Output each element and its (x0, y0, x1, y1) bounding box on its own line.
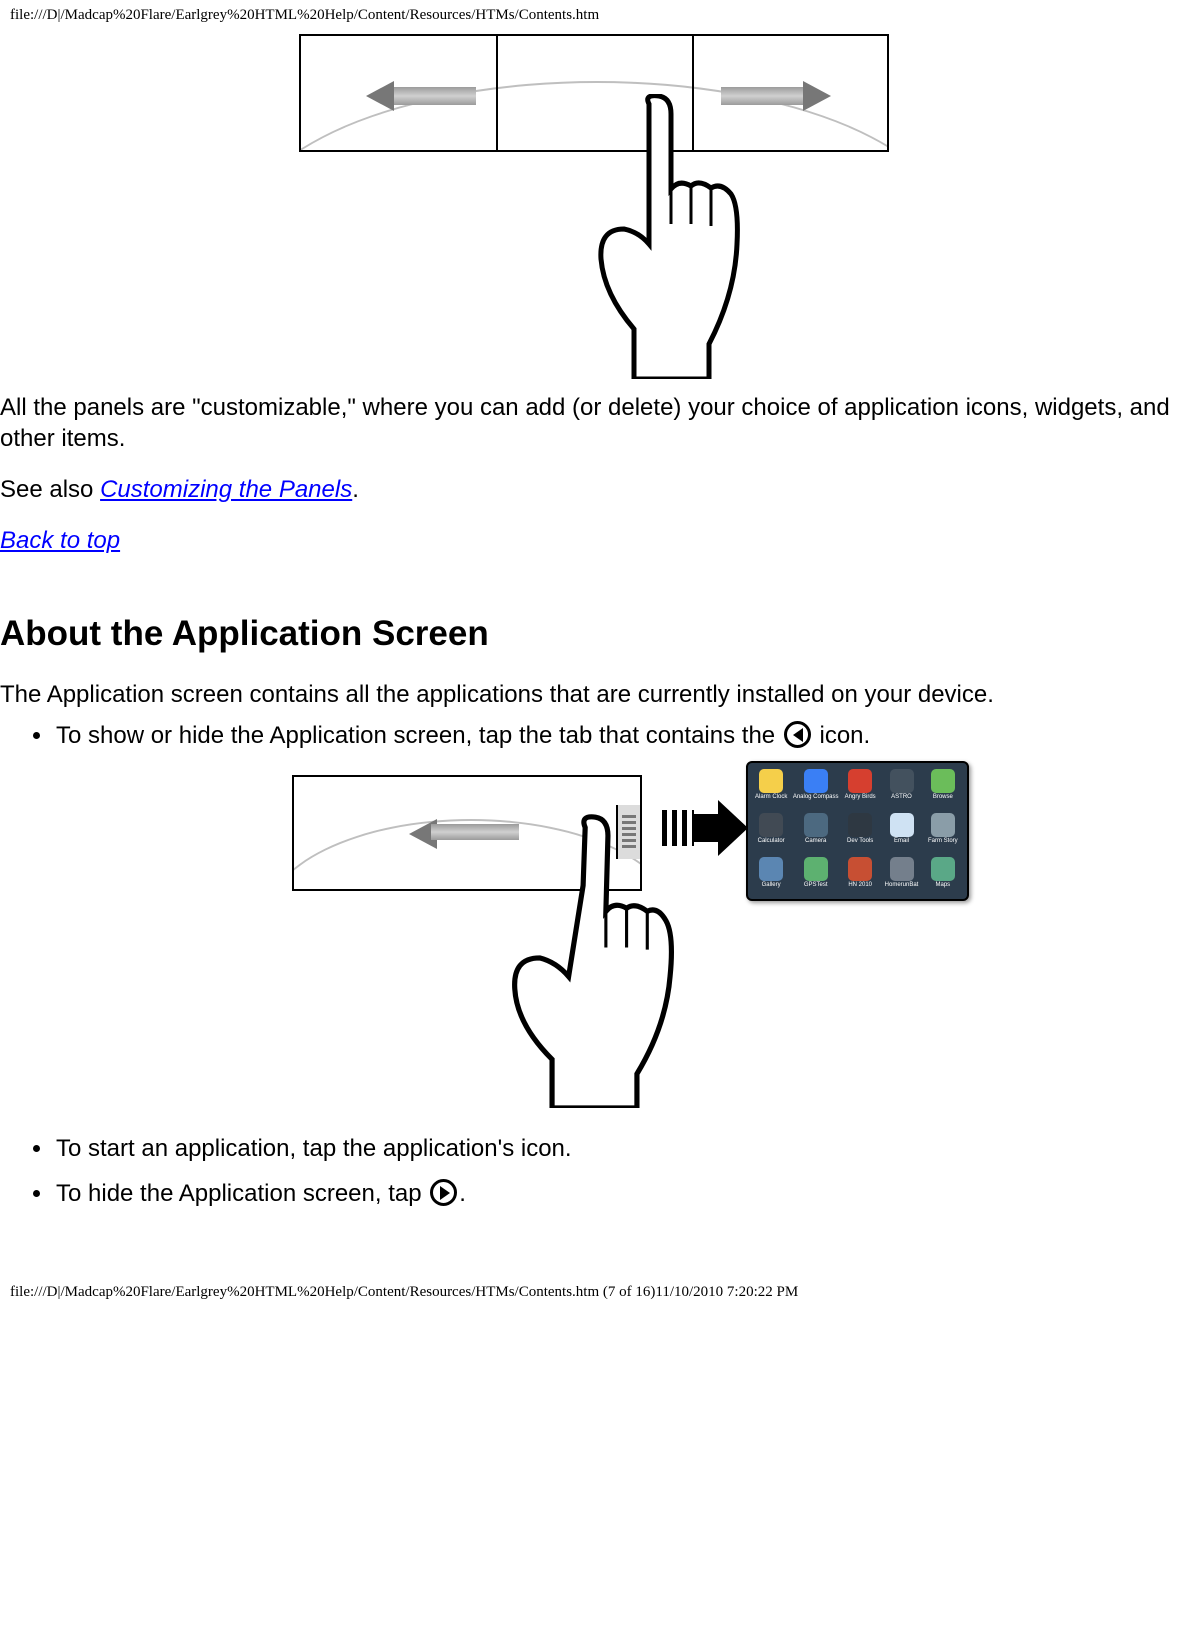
app-icon-cell: Alarm Clock (752, 769, 791, 811)
app-icon-cell: Camera (793, 813, 839, 855)
see-also: See also Customizing the Panels. (0, 474, 1187, 505)
arrow-left-icon (366, 81, 476, 111)
app-icon (890, 813, 914, 837)
bullet3-text-a: To hide the Application screen, tap (56, 1180, 428, 1207)
app-icon (890, 769, 914, 793)
app-label: Farm Story (928, 838, 958, 844)
app-icon (759, 769, 783, 793)
app-icon (848, 857, 872, 881)
app-icon-cell: HomerunBat (882, 857, 921, 899)
back-to-top-wrap: Back to top (0, 525, 1187, 556)
app-icon-cell: GPSTest (793, 857, 839, 899)
app-icon-cell: Gallery (752, 857, 791, 899)
app-icon (804, 857, 828, 881)
list-item: To show or hide the Application screen, … (54, 720, 1187, 1118)
app-icon-cell: Angry Birds (841, 769, 880, 811)
app-icon-cell: Dev Tools (841, 813, 880, 855)
see-also-prefix: See also (0, 476, 100, 503)
swipe-figure (0, 34, 1187, 372)
app-label: Browse (933, 794, 953, 800)
app-label: Angry Birds (845, 794, 876, 800)
hand-icon (589, 94, 799, 379)
list-item: To start an application, tap the applica… (54, 1133, 1187, 1164)
app-icon-cell: Analog Compass (793, 769, 839, 811)
list-item: To hide the Application screen, tap . (54, 1178, 1187, 1209)
app-icon (804, 813, 828, 837)
page-content: All the panels are "customizable," where… (0, 34, 1187, 1209)
app-icon-cell: Calculator (752, 813, 791, 855)
app-label: Camera (805, 838, 826, 844)
app-icon (759, 813, 783, 837)
app-label: Gallery (762, 882, 781, 888)
app-grid-illustration: Alarm Clock Analog Compass Angry Birds ASTR… (746, 761, 969, 901)
app-icon-cell: Maps (923, 857, 962, 899)
section-heading: About the Application Screen (0, 611, 1187, 657)
instructions-list: To show or hide the Application screen, … (0, 720, 1187, 1209)
app-icon-cell: Browse (923, 769, 962, 811)
app-icon (890, 857, 914, 881)
app-label: Email (894, 838, 909, 844)
bullet1-text-a: To show or hide the Application screen, … (56, 722, 782, 749)
app-label: Maps (936, 882, 951, 888)
app-label: Dev Tools (847, 838, 873, 844)
app-icon-cell: ASTRO (882, 769, 921, 811)
app-label: Analog Compass (793, 794, 839, 800)
see-also-suffix: . (352, 476, 359, 503)
app-label: HomerunBat (885, 882, 919, 888)
app-label: Calculator (758, 838, 785, 844)
app-label: ASTRO (891, 794, 912, 800)
app-label: GPSTest (804, 882, 828, 888)
app-icon (848, 813, 872, 837)
bullet1-text-b: icon. (813, 722, 870, 749)
circle-right-arrow-icon (430, 1179, 457, 1206)
footer-path: file:///D|/Madcap%20Flare/Earlgrey%20HTM… (0, 1223, 1187, 1311)
open-apps-figure: Alarm Clock Analog Compass Angry Birds ASTR… (56, 775, 1187, 1118)
app-icon (759, 857, 783, 881)
panels-description: All the panels are "customizable," where… (0, 392, 1187, 454)
back-to-top-link[interactable]: Back to top (0, 527, 120, 554)
app-label: Alarm Clock (755, 794, 787, 800)
app-icon (931, 857, 955, 881)
app-icon (848, 769, 872, 793)
app-icon-cell: HN 2010 (841, 857, 880, 899)
header-path: file:///D|/Madcap%20Flare/Earlgrey%20HTM… (0, 0, 1187, 28)
circle-left-arrow-icon (784, 721, 811, 748)
bullet3-text-b: . (459, 1180, 466, 1207)
app-icon (804, 769, 828, 793)
app-icon (931, 769, 955, 793)
app-icon-cell: Farm Story (923, 813, 962, 855)
app-icon (931, 813, 955, 837)
app-screen-description: The Application screen contains all the … (0, 679, 1187, 710)
app-label: HN 2010 (848, 882, 872, 888)
app-icon-cell: Email (882, 813, 921, 855)
customizing-panels-link[interactable]: Customizing the Panels (100, 476, 352, 503)
hand-icon (470, 813, 690, 1108)
